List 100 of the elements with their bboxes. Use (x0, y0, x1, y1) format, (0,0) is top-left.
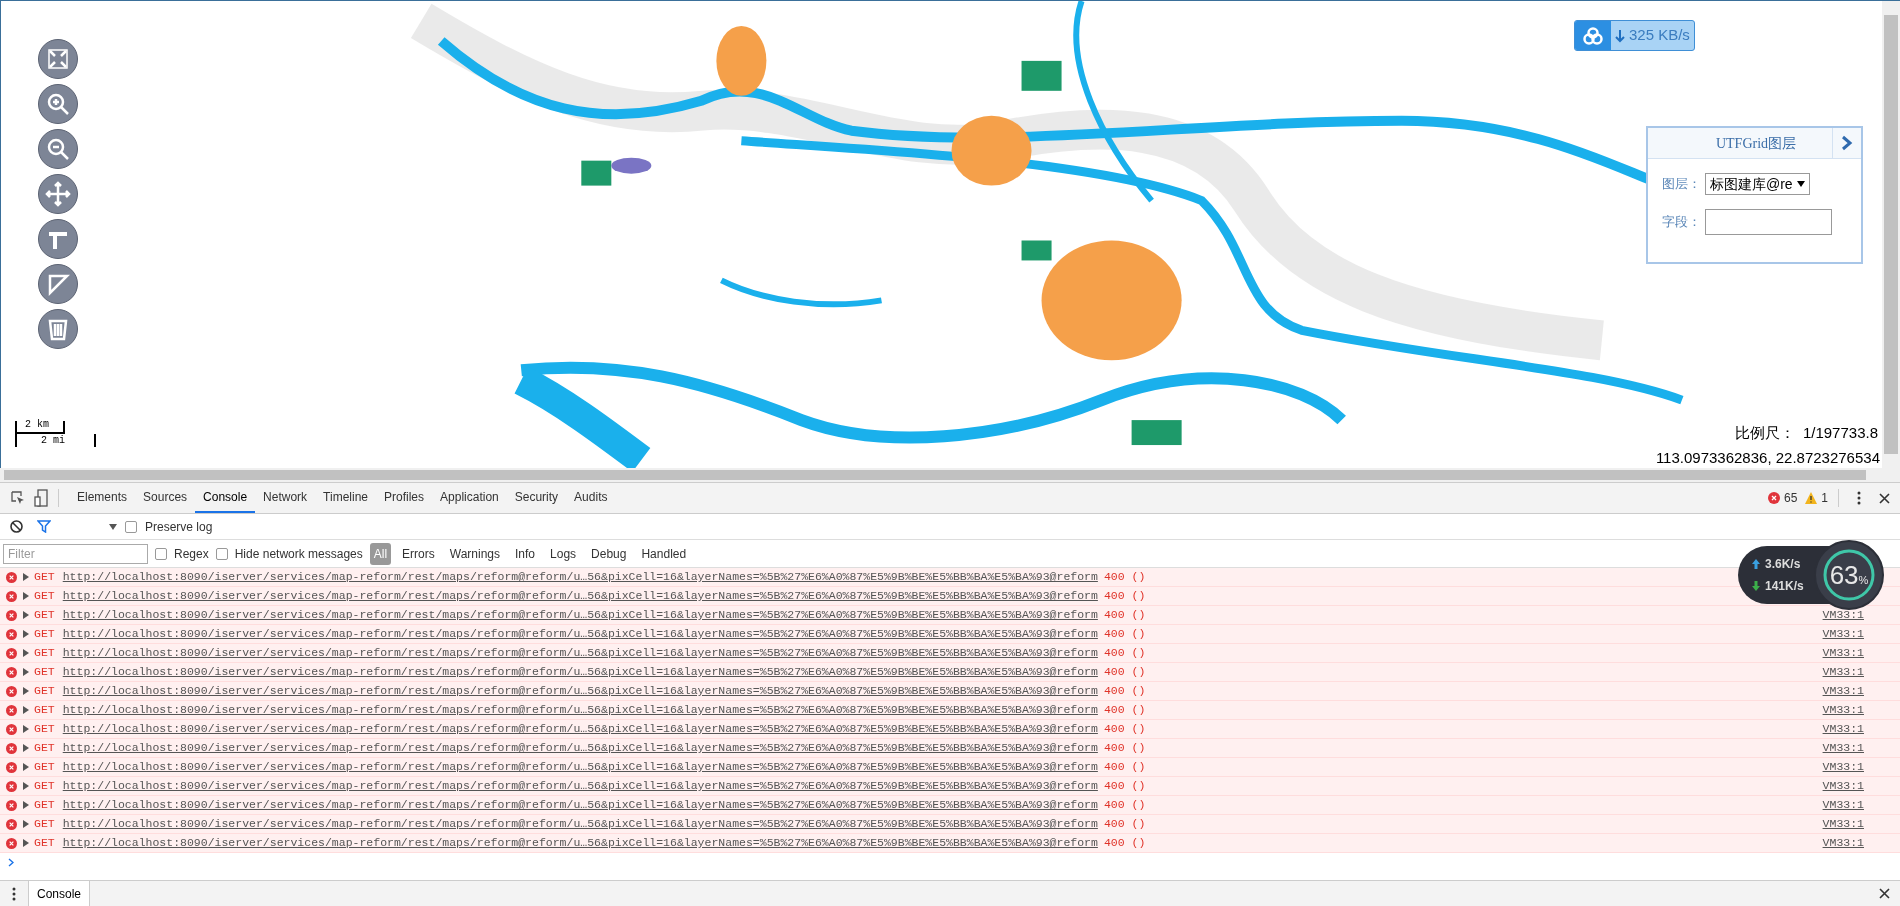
request-method: GET (34, 797, 55, 814)
error-icon (6, 647, 17, 659)
error-count[interactable]: 65 (1783, 489, 1798, 507)
request-url-link[interactable]: http://localhost:8090/iserver/services/map-reform/rest/maps/reform@reform/u…56&pixCell=16&layerNames=%5B%27%E6%A0%87%E5%9B%BE%E5%BB%BA%E5%BA%93@reform (62, 796, 1098, 814)
clear-console-icon[interactable] (10, 520, 23, 533)
log-level-filter[interactable]: Errors (398, 542, 439, 565)
request-url-link[interactable]: http://localhost:8090/iserver/services/map-reform/rest/maps/reform@reform/u…56&pixCell=16&layerNames=%5B%27%E6%A0%87%E5%9B%BE%E5%BB%BA%E5%BA%93@reform (62, 777, 1098, 795)
status-code: 400 () (1103, 835, 1146, 852)
regex-checkbox[interactable] (155, 547, 167, 560)
source-link[interactable]: VM33:1 (1822, 682, 1864, 700)
devtools-tab[interactable]: Timeline (315, 483, 376, 513)
layer-select[interactable]: 标图建库@re (1705, 173, 1810, 195)
expand-triangle-icon[interactable] (23, 630, 29, 638)
close-icon[interactable] (1879, 492, 1890, 504)
request-url-link[interactable]: http://localhost:8090/iserver/services/map-reform/rest/maps/reform@reform/u…56&pixCell=16&layerNames=%5B%27%E6%A0%87%E5%9B%BE%E5%BB%BA%E5%BA%93@reform (62, 720, 1098, 738)
request-url-link[interactable]: http://localhost:8090/iserver/services/map-reform/rest/maps/reform@reform/u…56&pixCell=16&layerNames=%5B%27%E6%A0%87%E5%9B%BE%E5%BB%BA%E5%BA%93@reform (62, 606, 1098, 624)
request-method: GET (34, 683, 55, 700)
vertical-scrollbar[interactable] (1882, 1, 1900, 468)
source-link[interactable]: VM33:1 (1822, 815, 1864, 833)
devtools-tab[interactable]: Elements (69, 483, 136, 513)
source-link[interactable]: VM33:1 (1822, 644, 1864, 662)
source-link[interactable]: VM33:1 (1822, 701, 1864, 719)
source-link[interactable]: VM33:1 (1822, 758, 1864, 776)
log-level-filter[interactable]: Handled (637, 542, 691, 565)
source-link[interactable]: VM33:1 (1822, 796, 1864, 814)
dropdown-caret-icon[interactable] (109, 523, 117, 530)
request-url-link[interactable]: http://localhost:8090/iserver/services/map-reform/rest/maps/reform@reform/u…56&pixCell=16&layerNames=%5B%27%E6%A0%87%E5%9B%BE%E5%BB%BA%E5%BA%93@reform (62, 834, 1098, 852)
request-url-link[interactable]: http://localhost:8090/iserver/services/map-reform/rest/maps/reform@reform/u…56&pixCell=16&layerNames=%5B%27%E6%A0%87%E5%9B%BE%E5%BB%BA%E5%BA%93@reform (62, 682, 1098, 700)
devtools-tab[interactable]: Application (432, 483, 507, 513)
devtools-tab[interactable]: Console (195, 483, 256, 513)
error-icon (6, 590, 17, 602)
expand-triangle-icon[interactable] (23, 763, 29, 771)
more-options-icon[interactable] (1857, 491, 1861, 505)
log-level-filter[interactable]: Info (511, 542, 540, 565)
preserve-log-checkbox[interactable] (125, 520, 137, 533)
status-code: 400 () (1103, 645, 1146, 662)
download-arrow-icon (1615, 28, 1625, 43)
expand-triangle-icon[interactable] (23, 611, 29, 619)
request-url-link[interactable]: http://localhost:8090/iserver/services/map-reform/rest/maps/reform@reform/u…56&pixCell=16&layerNames=%5B%27%E6%A0%87%E5%9B%BE%E5%BB%BA%E5%BA%93@reform (62, 739, 1098, 757)
request-url-link[interactable]: http://localhost:8090/iserver/services/map-reform/rest/maps/reform@reform/u…56&pixCell=16&layerNames=%5B%27%E6%A0%87%E5%9B%BE%E5%BB%BA%E5%BA%93@reform (62, 701, 1098, 719)
close-icon[interactable] (1879, 888, 1890, 899)
upload-speed: 3.6K/s (1765, 556, 1801, 573)
request-url-link[interactable]: http://localhost:8090/iserver/services/map-reform/rest/maps/reform@reform/u…56&pixCell=16&layerNames=%5B%27%E6%A0%87%E5%9B%BE%E5%BB%BA%E5%BA%93@reform (62, 568, 1098, 586)
field-label: 字段： (1662, 213, 1701, 232)
expand-triangle-icon[interactable] (23, 687, 29, 695)
source-link[interactable]: VM33:1 (1822, 834, 1864, 852)
source-link[interactable]: VM33:1 (1822, 663, 1864, 681)
expand-triangle-icon[interactable] (23, 782, 29, 790)
request-method: GET (34, 740, 55, 757)
request-method: GET (34, 588, 55, 605)
source-link[interactable]: VM33:1 (1822, 777, 1864, 795)
drawer-menu-icon[interactable] (12, 886, 16, 901)
regex-label: Regex (174, 545, 209, 563)
source-link[interactable]: VM33:1 (1822, 625, 1864, 643)
devtools-tab[interactable]: Security (506, 483, 567, 513)
expand-triangle-icon[interactable] (23, 744, 29, 752)
request-url-link[interactable]: http://localhost:8090/iserver/services/map-reform/rest/maps/reform@reform/u…56&pixCell=16&layerNames=%5B%27%E6%A0%87%E5%9B%BE%E5%BB%BA%E5%BA%93@reform (62, 815, 1098, 833)
expand-triangle-icon[interactable] (23, 668, 29, 676)
filter-icon[interactable] (37, 520, 51, 533)
log-level-filter[interactable]: Warnings (445, 542, 504, 565)
expand-triangle-icon[interactable] (23, 839, 29, 847)
hide-network-checkbox[interactable] (215, 547, 228, 560)
trash-icon (47, 317, 69, 341)
log-level-filter[interactable]: Logs (546, 542, 581, 565)
field-input[interactable] (1705, 209, 1832, 235)
prompt-chevron-icon[interactable] (8, 857, 14, 867)
request-url-link[interactable]: http://localhost:8090/iserver/services/map-reform/rest/maps/reform@reform/u…56&pixCell=16&layerNames=%5B%27%E6%A0%87%E5%9B%BE%E5%BB%BA%E5%BA%93@reform (62, 758, 1098, 776)
inspect-icon[interactable] (10, 490, 26, 506)
log-level-filter[interactable]: Debug (587, 542, 631, 565)
request-url-link[interactable]: http://localhost:8090/iserver/services/map-reform/rest/maps/reform@reform/u…56&pixCell=16&layerNames=%5B%27%E6%A0%87%E5%9B%BE%E5%BB%BA%E5%BA%93@reform (62, 663, 1098, 681)
devtools-tab[interactable]: Sources (135, 483, 196, 513)
cloud-icon (1581, 26, 1605, 45)
filter-field[interactable]: Filter (3, 543, 148, 564)
expand-triangle-icon[interactable] (23, 801, 29, 809)
status-code: 400 () (1103, 759, 1146, 776)
warning-count[interactable]: 1 (1821, 489, 1828, 507)
source-link[interactable]: VM33:1 (1822, 606, 1864, 624)
error-icon (6, 723, 17, 735)
drawer-tab[interactable]: Console (28, 881, 91, 906)
status-code: 400 () (1103, 740, 1146, 757)
source-link[interactable]: VM33:1 (1822, 720, 1864, 738)
request-url-link[interactable]: http://localhost:8090/iserver/services/map-reform/rest/maps/reform@reform/u…56&pixCell=16&layerNames=%5B%27%E6%A0%87%E5%9B%BE%E5%BB%BA%E5%BA%93@reform (62, 587, 1098, 605)
horizontal-scrollbar[interactable] (0, 468, 1900, 482)
expand-triangle-icon[interactable] (23, 706, 29, 714)
request-url-link[interactable]: http://localhost:8090/iserver/services/map-reform/rest/maps/reform@reform/u…56&pixCell=16&layerNames=%5B%27%E6%A0%87%E5%9B%BE%E5%BB%BA%E5%BA%93@reform (62, 625, 1098, 643)
expand-triangle-icon[interactable] (23, 592, 29, 600)
devtools-tab[interactable]: Profiles (376, 483, 433, 513)
request-url-link[interactable]: http://localhost:8090/iserver/services/map-reform/rest/maps/reform@reform/u…56&pixCell=16&layerNames=%5B%27%E6%A0%87%E5%9B%BE%E5%BB%BA%E5%BA%93@reform (62, 644, 1098, 662)
source-link[interactable]: VM33:1 (1822, 739, 1864, 757)
error-icon (6, 818, 17, 830)
expand-triangle-icon[interactable] (23, 573, 29, 581)
expand-triangle-icon[interactable] (23, 820, 29, 828)
device-mode-icon[interactable] (34, 489, 48, 507)
preserve-log-label: Preserve log (145, 518, 213, 536)
expand-triangle-icon[interactable] (23, 725, 29, 733)
status-code: 400 () (1103, 664, 1146, 681)
devtools-tab[interactable]: Audits (566, 483, 616, 513)
expand-triangle-icon[interactable] (23, 649, 29, 657)
devtools-tab[interactable]: Network (255, 483, 316, 513)
request-method: GET (34, 835, 55, 852)
